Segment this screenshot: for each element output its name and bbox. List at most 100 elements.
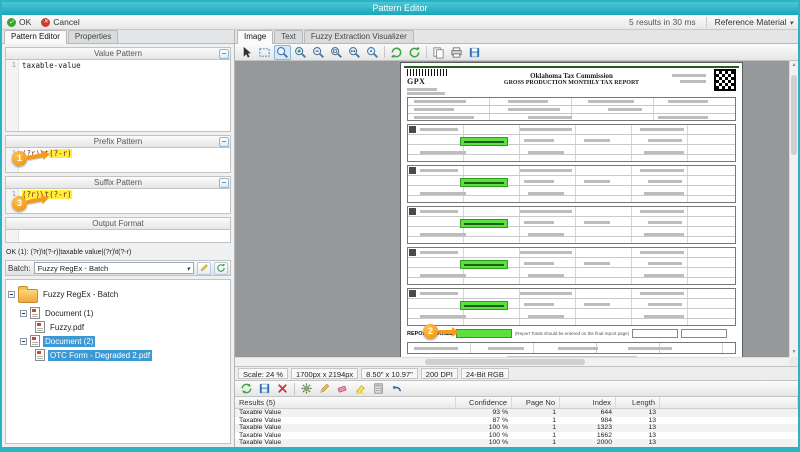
- calculator-icon[interactable]: [370, 381, 387, 396]
- batch-combobox[interactable]: Fuzzy RegEx - Batch: [34, 262, 194, 274]
- refresh-results-icon[interactable]: [238, 381, 255, 396]
- edit-pencil-icon[interactable]: [316, 381, 333, 396]
- suffix-pattern-title: Suffix Pattern: [94, 178, 142, 187]
- reference-material-dropdown[interactable]: Reference Material: [706, 17, 793, 27]
- callout-badge-1: 1: [12, 151, 27, 166]
- pointer-icon[interactable]: [238, 45, 255, 60]
- expander-icon[interactable]: [20, 338, 27, 345]
- ok-label: OK: [19, 17, 31, 27]
- column-header-length[interactable]: Length: [616, 397, 660, 408]
- tree-node-fuzzy-pdf[interactable]: Fuzzy.pdf: [8, 320, 230, 334]
- tree-node-document-2[interactable]: Document (2): [8, 334, 230, 348]
- tab-text[interactable]: Text: [274, 30, 303, 43]
- collapse-section-icon[interactable]: [219, 137, 229, 147]
- delete-result-icon[interactable]: [274, 381, 291, 396]
- zoom-selection-icon[interactable]: [328, 45, 345, 60]
- chevron-down-icon: [186, 264, 190, 273]
- pattern-status-line: OK (1): (?r)\t(?-r)|taxable value|(?r)\t…: [5, 246, 231, 257]
- zoom-in-icon[interactable]: [292, 45, 309, 60]
- result-row[interactable]: Taxable Value 100 % 1 2000 13: [235, 439, 798, 447]
- batch-edit-icon[interactable]: [197, 262, 211, 275]
- horizontal-scrollbar[interactable]: [235, 357, 789, 366]
- undo-icon[interactable]: [388, 381, 405, 396]
- text-line: [508, 100, 548, 103]
- rotate-ccw-icon[interactable]: [388, 45, 405, 60]
- text-line: [420, 128, 458, 131]
- text-line: [584, 221, 610, 224]
- scroll-down-icon[interactable]: ▼: [790, 348, 798, 357]
- text-line: [414, 100, 466, 103]
- select-region-icon[interactable]: [256, 45, 273, 60]
- tree-node-otc-pdf[interactable]: OTC Form - Degraded 2.pdf: [8, 348, 230, 362]
- value-pattern-title: Value Pattern: [94, 49, 142, 58]
- column-header-index[interactable]: Index: [560, 397, 616, 408]
- result-row[interactable]: Taxable Value 100 % 1 1662 13: [235, 432, 798, 440]
- export-results-icon[interactable]: [256, 381, 273, 396]
- tab-properties[interactable]: Properties: [68, 30, 118, 43]
- scrollbar-thumb[interactable]: [791, 75, 797, 155]
- form-title: Oklahoma Tax Commission: [477, 72, 666, 80]
- tree-node-document-1[interactable]: Document (1): [8, 306, 230, 320]
- tree-root-row[interactable]: Fuzzy RegEx - Batch: [8, 282, 230, 306]
- cancel-button[interactable]: Cancel: [41, 17, 79, 27]
- column-header-results[interactable]: Results (5): [235, 397, 456, 408]
- print-icon[interactable]: [448, 45, 465, 60]
- tree-node-label[interactable]: Document (1): [43, 308, 95, 319]
- result-row[interactable]: Taxable Value 93 % 1 644 13: [235, 409, 798, 417]
- result-row[interactable]: Taxable Value 100 % 1 1323 13: [235, 424, 798, 432]
- eraser-icon[interactable]: [334, 381, 351, 396]
- zoom-fit-width-icon[interactable]: [346, 45, 363, 60]
- value-pattern-editor[interactable]: 1 taxable-value: [5, 60, 231, 132]
- tree-node-label-selected[interactable]: Document (2): [43, 336, 95, 347]
- scrollbar-thumb[interactable]: [425, 359, 585, 365]
- ok-check-icon: [7, 18, 16, 27]
- run-extraction-icon[interactable]: [298, 381, 315, 396]
- tab-image[interactable]: Image: [237, 30, 273, 44]
- collapse-section-icon[interactable]: [219, 178, 229, 188]
- report-totals-match-highlight: [456, 329, 512, 338]
- prefix-pattern-title: Prefix Pattern: [94, 137, 142, 146]
- output-format-editor[interactable]: [5, 230, 231, 243]
- chevron-down-icon: [789, 17, 793, 27]
- totals-cell: [681, 329, 727, 338]
- dpi-indicator: 200 DPI: [421, 368, 458, 379]
- zoom-icon[interactable]: [274, 45, 291, 60]
- text-line: [528, 274, 564, 277]
- rotate-cw-icon[interactable]: [406, 45, 423, 60]
- scroll-up-icon[interactable]: ▲: [790, 61, 798, 70]
- batch-refresh-icon[interactable]: [214, 262, 228, 275]
- zoom-fit-page-icon[interactable]: [364, 45, 381, 60]
- document-page[interactable]: GPX Oklahoma Tax Commission Gross Produc…: [401, 63, 742, 363]
- tree-node-label[interactable]: Fuzzy.pdf: [48, 322, 86, 333]
- section-tag: [409, 126, 416, 133]
- text-line: [414, 108, 454, 111]
- pdf-file-icon: [35, 321, 45, 333]
- text-line: [640, 292, 684, 295]
- prefix-pattern-editor[interactable]: 1 (?r)\t(?-r): [5, 148, 231, 173]
- save-icon[interactable]: [466, 45, 483, 60]
- form-logo: GPX: [407, 77, 425, 86]
- scale-indicator: Scale: 24 %: [238, 368, 288, 379]
- tab-pattern-editor[interactable]: Pattern Editor: [4, 30, 67, 44]
- text-line: [648, 221, 682, 224]
- taxable-value-match-highlight: [460, 137, 508, 146]
- highlighter-icon[interactable]: [352, 381, 369, 396]
- taxable-value-match-highlight: [460, 178, 508, 187]
- image-viewer[interactable]: GPX Oklahoma Tax Commission Gross Produc…: [235, 61, 798, 366]
- ok-button[interactable]: OK: [7, 17, 31, 27]
- result-row[interactable]: Taxable Value 87 % 1 984 13: [235, 417, 798, 425]
- expander-icon[interactable]: [20, 310, 27, 317]
- text-line: [520, 169, 572, 172]
- zoom-out-icon[interactable]: [310, 45, 327, 60]
- expander-icon[interactable]: [8, 291, 15, 298]
- title-bar[interactable]: Pattern Editor: [2, 2, 798, 15]
- collapse-section-icon[interactable]: [219, 49, 229, 59]
- column-header-confidence[interactable]: Confidence: [456, 397, 512, 408]
- vertical-scrollbar[interactable]: ▲ ▼: [789, 61, 798, 357]
- column-header-page-no[interactable]: Page No: [512, 397, 560, 408]
- pdf-file-icon: [35, 349, 45, 361]
- tree-node-label-selected[interactable]: OTC Form - Degraded 2.pdf: [48, 350, 152, 361]
- tree-root-label[interactable]: Fuzzy RegEx - Batch: [41, 289, 120, 300]
- pages-icon[interactable]: [430, 45, 447, 60]
- tab-fuzzy-extraction-visualizer[interactable]: Fuzzy Extraction Visualizer: [304, 30, 414, 43]
